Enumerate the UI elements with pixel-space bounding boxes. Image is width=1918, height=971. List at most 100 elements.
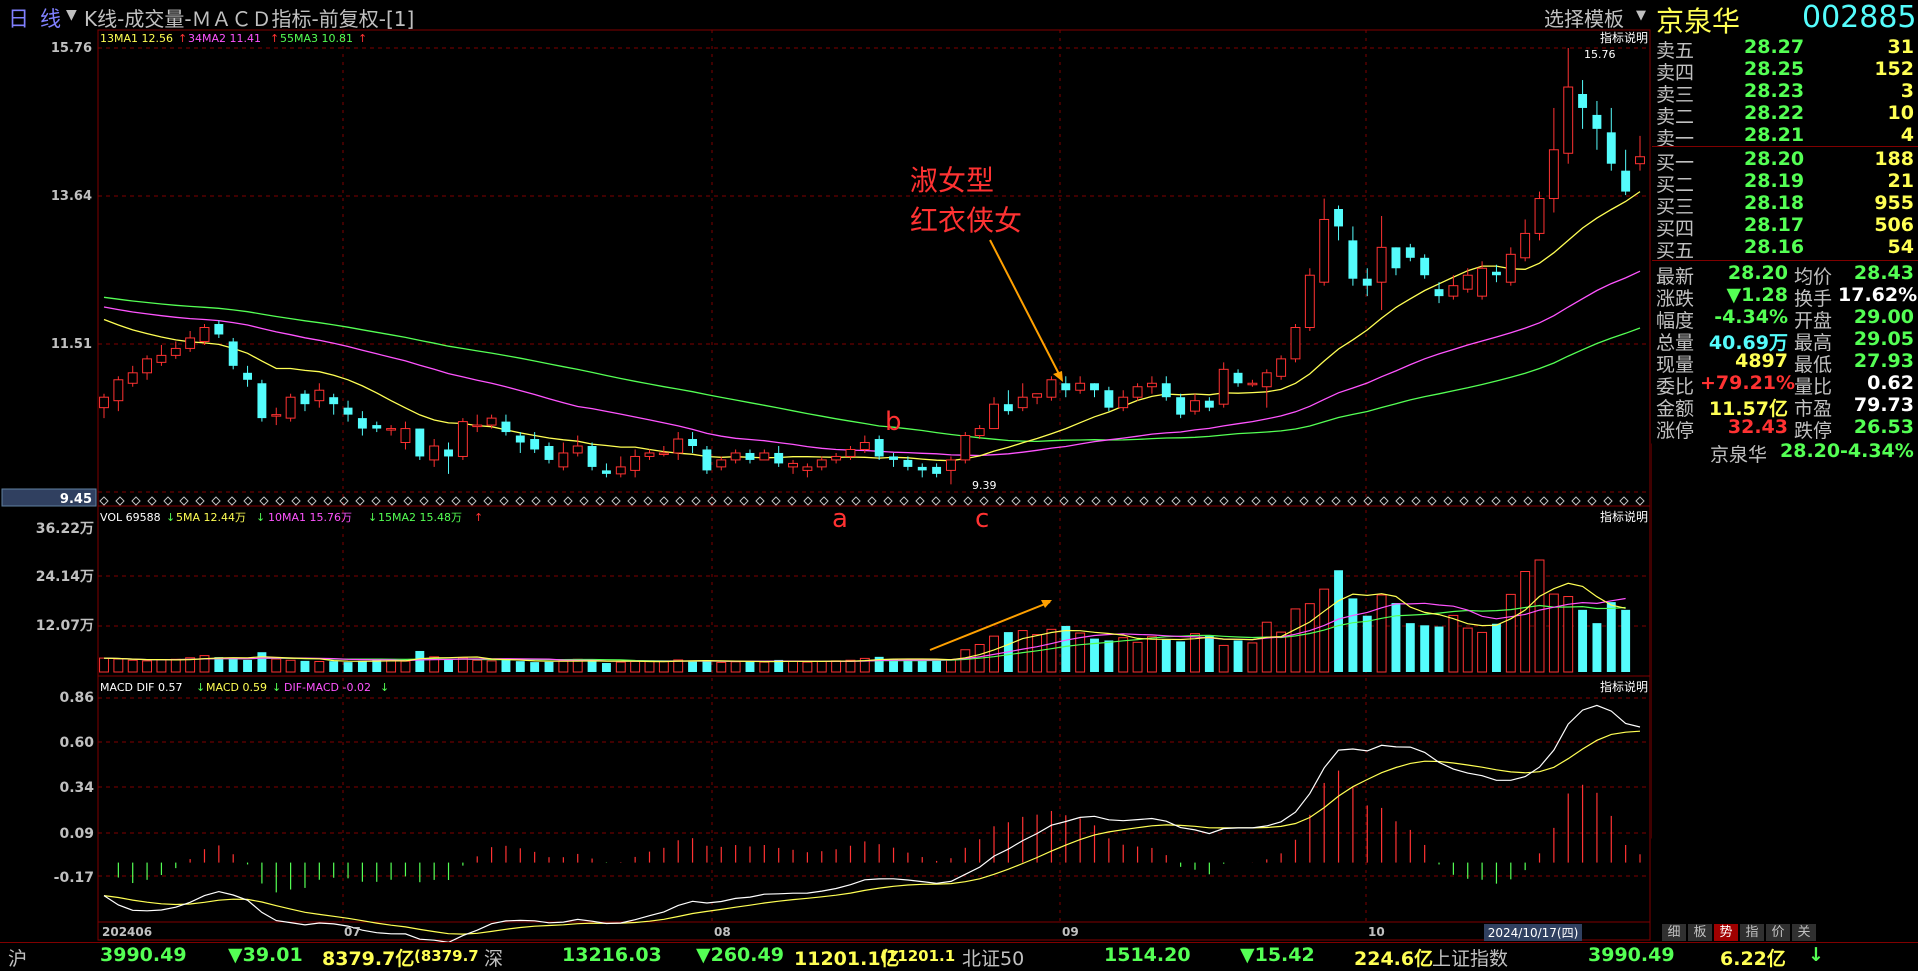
volume-bar-up (386, 660, 397, 673)
candle-body-down (501, 421, 511, 433)
stat-value: +79.21% (1700, 372, 1796, 394)
stat-row: 金额 11.57亿 市盈 79.73 (1652, 394, 1918, 420)
macd-y-tick: 0.09 (59, 826, 94, 842)
volume-bar-down (1621, 609, 1631, 672)
diamond-marker (419, 496, 429, 506)
stats-divider (1652, 260, 1918, 261)
macd-dif-legend: MACD DIF 0.57 (100, 681, 183, 694)
bid-volume: 506 (1874, 214, 1914, 236)
x-axis-label: 08 (714, 925, 731, 939)
volume-bar-up (1218, 644, 1229, 673)
stock-code: 002885 (1802, 0, 1917, 35)
candle-body-down (889, 456, 898, 460)
diamond-marker (995, 496, 1005, 506)
candle-body-down (1104, 390, 1114, 408)
panel-tab[interactable]: 关 (1792, 924, 1816, 941)
diamond-marker (739, 496, 749, 506)
ma13-arrow-icon: ↑ (178, 32, 187, 45)
volume-bar-up (1261, 621, 1272, 673)
volume-bar-up (644, 660, 655, 673)
index-value: 3990.49 (1588, 944, 1675, 966)
diamond-marker (243, 496, 253, 506)
sh-index: 3990.49 (100, 944, 187, 966)
annotation-arrow-line (989, 239, 1061, 377)
diamond-marker (1091, 496, 1101, 506)
macd-y-tick: 0.86 (59, 690, 94, 706)
candle-body-down (1621, 170, 1631, 192)
volume-bar-up (1563, 596, 1574, 673)
diamond-marker (387, 496, 397, 506)
panel-tab[interactable]: 价 (1766, 924, 1790, 941)
diamond-marker (627, 496, 637, 506)
diamond-marker (1219, 496, 1229, 506)
volume-bar-down (415, 650, 425, 672)
vol-legend: VOL 69588 (100, 511, 161, 524)
volume-bar-up (113, 658, 124, 673)
diamond-marker (1379, 496, 1389, 506)
ask-volume: 4 (1900, 124, 1914, 146)
volume-bar-down (587, 659, 597, 672)
volume-bar-down (1491, 623, 1501, 672)
volume-bar-up (457, 657, 468, 673)
volume-bar-up (1505, 593, 1516, 673)
volume-bar-down (1334, 570, 1343, 672)
candle-body-up (1563, 86, 1574, 154)
candle-body-down (444, 449, 453, 457)
candle-body-up (615, 466, 626, 475)
macd-y-tick: 0.60 (59, 735, 94, 751)
bid-price: 28.17 (1744, 214, 1805, 236)
stat-value-2: 26.53 (1853, 416, 1914, 438)
candle-body-down (415, 428, 425, 457)
candle-body-up (1247, 382, 1258, 386)
stat-value: ▼1.28 (1726, 284, 1789, 306)
candle-body-up (816, 459, 827, 468)
cursor-date-label: 2024/10/17(四) (1488, 926, 1579, 940)
panel-tab[interactable]: 细 (1662, 924, 1686, 941)
panel-tab[interactable]: 指 (1740, 924, 1764, 941)
candle-body-down (1578, 94, 1588, 108)
volume-bar-down (214, 657, 224, 672)
panel-tab[interactable]: 势 (1714, 924, 1738, 941)
diamond-marker (115, 496, 125, 506)
volume-bar-down (1420, 625, 1430, 672)
macd-y-tick: 0.34 (59, 780, 94, 796)
volume-bar-down (1405, 623, 1415, 672)
volume-bar-up (1132, 641, 1143, 673)
candle-body-up (1448, 285, 1459, 297)
intraday-price: 28.20 (1780, 440, 1841, 462)
candle-body-up (558, 452, 569, 468)
diamond-marker (515, 496, 525, 506)
ask-volume: 31 (1887, 36, 1914, 58)
volume-bar-down (530, 662, 540, 672)
bid-row: 买三 28.18 955 (1652, 192, 1918, 218)
volume-bar-up (285, 659, 296, 673)
volume-bar-up (127, 659, 138, 673)
candle-body-up (1017, 396, 1028, 409)
diamond-marker (851, 496, 861, 506)
candle-body-down (1491, 271, 1501, 276)
diamond-marker (1603, 496, 1613, 506)
diamond-marker (371, 496, 381, 506)
diamond-marker (483, 496, 493, 506)
ask-price: 28.21 (1744, 124, 1805, 146)
candle-body-up (1635, 156, 1645, 165)
candle-body-up (486, 417, 497, 426)
candle-body-up (156, 354, 167, 363)
diamond-marker (1507, 496, 1517, 506)
volume-bar-down (243, 659, 253, 672)
bid-row: 买一 28.20 188 (1652, 148, 1918, 174)
volume-bar-up (1075, 632, 1086, 673)
main-chart-area[interactable]: 13MA1 12.56 ↑ 34MA2 11.41 ↑ 55MA3 10.81 ↑ 指标说明… (0, 0, 1652, 942)
volume-bar-down (329, 661, 339, 672)
annotation-pattern-name: 淑女型 (910, 164, 994, 197)
candle-body-up (859, 442, 870, 450)
candle-body-down (688, 439, 698, 446)
kline-help-button: 指标说明 (1600, 30, 1648, 45)
diamond-marker (883, 496, 893, 506)
ask-volume: 3 (1900, 80, 1914, 102)
volume-bar-up (630, 660, 641, 673)
candle-body-down (917, 466, 927, 471)
volume-bar-up (1548, 593, 1559, 673)
panel-tab[interactable]: 板 (1688, 924, 1712, 941)
ask-volume: 10 (1887, 102, 1914, 124)
